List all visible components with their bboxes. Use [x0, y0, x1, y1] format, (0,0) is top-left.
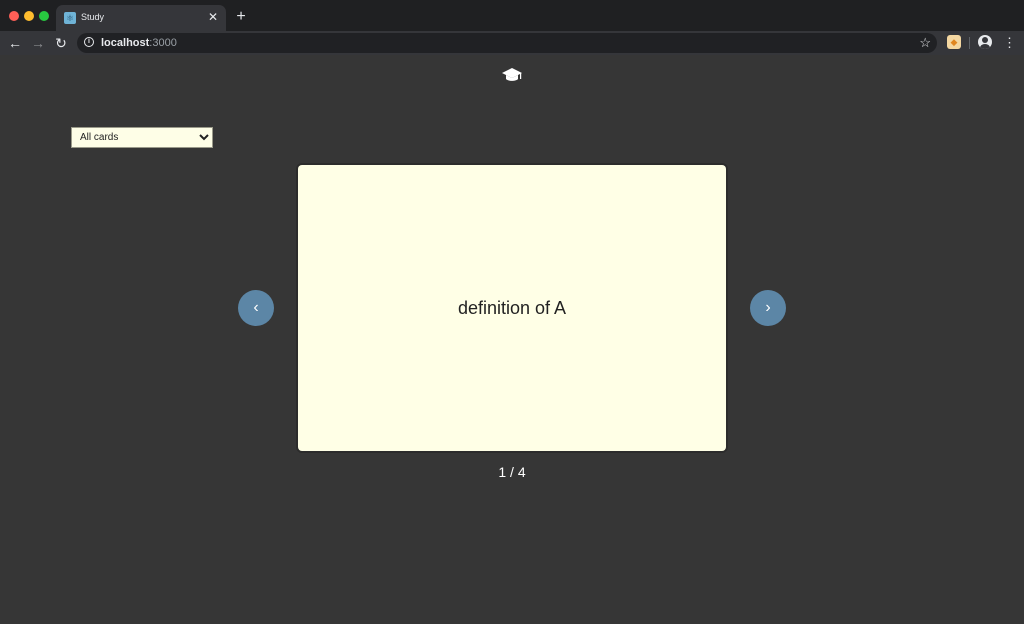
react-icon: ⚛ — [64, 12, 76, 24]
browser-window: ⚛ Study ✕ + ← → ↻ i localhost:3000 ☆ ◆ ⋮… — [0, 0, 1024, 624]
minimize-window-button[interactable] — [24, 11, 34, 21]
new-tab-button[interactable]: + — [232, 8, 250, 26]
forward-button[interactable]: → — [29, 34, 47, 52]
previous-card-button[interactable]: ‹ — [238, 290, 274, 326]
url-host: localhost — [101, 37, 150, 49]
back-button[interactable]: ← — [6, 34, 24, 52]
tab-title: Study — [81, 12, 105, 22]
card-text: definition of A — [457, 297, 567, 318]
toolbar-divider — [969, 37, 970, 49]
browser-menu-icon[interactable]: ⋮ — [1003, 34, 1016, 52]
url-port: :3000 — [149, 37, 177, 49]
profile-icon[interactable] — [978, 35, 992, 49]
tab-strip: ⚛ Study ✕ + — [0, 0, 1024, 31]
bookmark-star-icon[interactable]: ☆ — [919, 35, 931, 51]
close-window-button[interactable] — [9, 11, 19, 21]
tab-study[interactable]: ⚛ Study ✕ — [56, 5, 226, 31]
card-counter: 1 / 4 — [498, 464, 526, 480]
maximize-window-button[interactable] — [39, 11, 49, 21]
deck-filter-select[interactable]: All cards — [71, 127, 213, 148]
app-page: All cards ‹ definition of A › 1 / 4 — [0, 55, 1024, 624]
tab-close-icon[interactable]: ✕ — [206, 10, 220, 24]
extension-icon[interactable]: ◆ — [947, 35, 961, 49]
next-card-button[interactable]: › — [750, 290, 786, 326]
address-url[interactable]: localhost:3000 — [101, 37, 177, 49]
flashcard[interactable]: definition of A — [298, 165, 726, 451]
browser-toolbar: ← → ↻ i localhost:3000 ☆ ◆ ⋮ — [0, 31, 1024, 55]
address-bar[interactable]: i localhost:3000 ☆ — [77, 33, 937, 53]
graduation-cap-icon — [502, 68, 522, 81]
info-icon[interactable]: i — [84, 37, 94, 47]
reload-button[interactable]: ↻ — [52, 34, 70, 52]
